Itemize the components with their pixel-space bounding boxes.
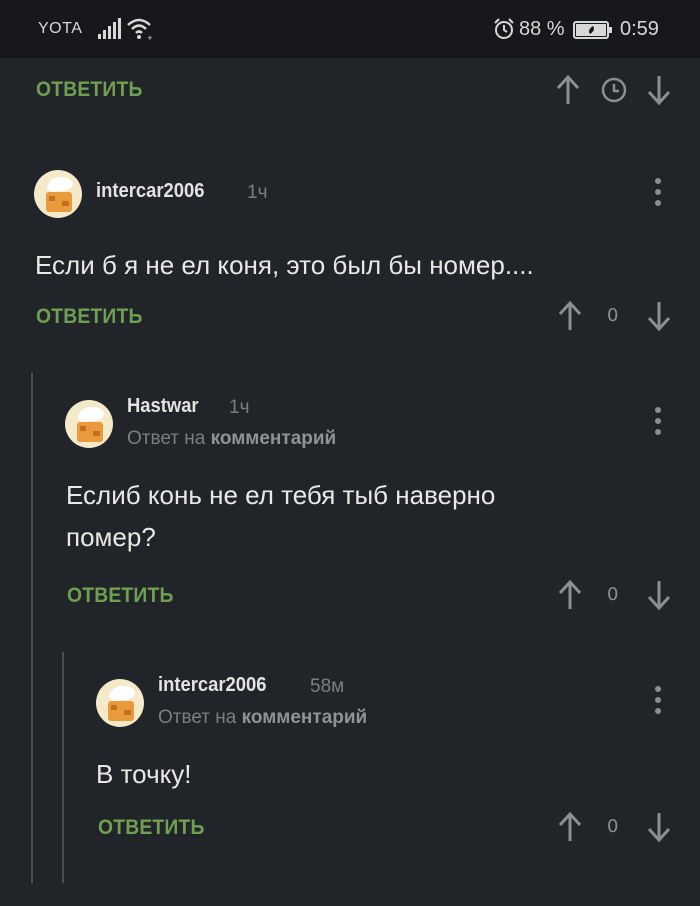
comment-text: В точку!	[96, 759, 192, 789]
reply-to-prefix: Ответ на	[158, 707, 237, 728]
rating-count: 0	[607, 816, 619, 837]
battery-percent: 88 %	[519, 18, 565, 40]
comment-time: 1ч	[247, 182, 268, 203]
arrow-up-icon[interactable]	[557, 579, 583, 611]
comment-text-line: помер?	[66, 522, 156, 552]
avatar[interactable]	[96, 679, 144, 727]
clock-time: 0:59	[620, 18, 659, 40]
reply-to-link[interactable]: комментарий	[242, 707, 368, 728]
reply-to[interactable]: Ответ на комментарий	[158, 707, 367, 729]
avatar-chef-icon	[46, 177, 73, 212]
reply-to[interactable]: Ответ на комментарий	[127, 428, 336, 450]
thread-line	[31, 373, 33, 883]
reply-button[interactable]: ОТВЕТИТЬ	[36, 305, 143, 329]
reply-button[interactable]: ОТВЕТИТЬ	[67, 584, 174, 608]
thread-line	[62, 652, 64, 883]
avatar-chef-icon	[77, 407, 104, 442]
signal-icon	[98, 18, 121, 39]
arrow-down-icon[interactable]	[646, 74, 672, 106]
arrow-down-icon[interactable]	[646, 579, 672, 611]
wifi-icon: +	[127, 18, 153, 41]
reply-button[interactable]: ОТВЕТИТЬ	[98, 816, 205, 840]
username[interactable]: intercar2006	[158, 674, 266, 697]
more-vertical-icon[interactable]	[648, 684, 668, 716]
alarm-icon	[494, 18, 514, 39]
clock-icon[interactable]	[600, 76, 628, 104]
status-bar: YOTA + 88 % 0:59	[0, 0, 700, 58]
username[interactable]: intercar2006	[96, 180, 204, 203]
reply-to-prefix: Ответ на	[127, 428, 206, 449]
avatar-chef-icon	[108, 686, 135, 721]
avatar[interactable]	[65, 400, 113, 448]
comment-time: 58м	[310, 676, 345, 697]
more-vertical-icon[interactable]	[648, 405, 668, 437]
arrow-up-icon[interactable]	[557, 300, 583, 332]
reply-to-link[interactable]: комментарий	[211, 428, 337, 449]
username[interactable]: Hastwar	[127, 395, 199, 418]
comment-text: Если б я не ел коня, это был бы номер...…	[35, 250, 534, 280]
arrow-up-icon[interactable]	[557, 811, 583, 843]
comment-time: 1ч	[229, 397, 250, 418]
avatar[interactable]	[34, 170, 82, 218]
arrow-up-icon[interactable]	[555, 74, 581, 106]
more-vertical-icon[interactable]	[648, 176, 668, 208]
arrow-down-icon[interactable]	[646, 811, 672, 843]
comment-text: Еслиб конь не ел тебя тыб наверно помер?	[66, 474, 495, 558]
svg-text:+: +	[147, 34, 153, 41]
rating-count: 0	[607, 305, 619, 326]
arrow-down-icon[interactable]	[646, 300, 672, 332]
comment-text-line: Еслиб конь не ел тебя тыб наверно	[66, 480, 496, 510]
battery-icon	[573, 21, 612, 39]
reply-button[interactable]: ОТВЕТИТЬ	[36, 78, 143, 102]
carrier-label: YOTA	[38, 20, 83, 37]
rating-count: 0	[607, 584, 619, 605]
